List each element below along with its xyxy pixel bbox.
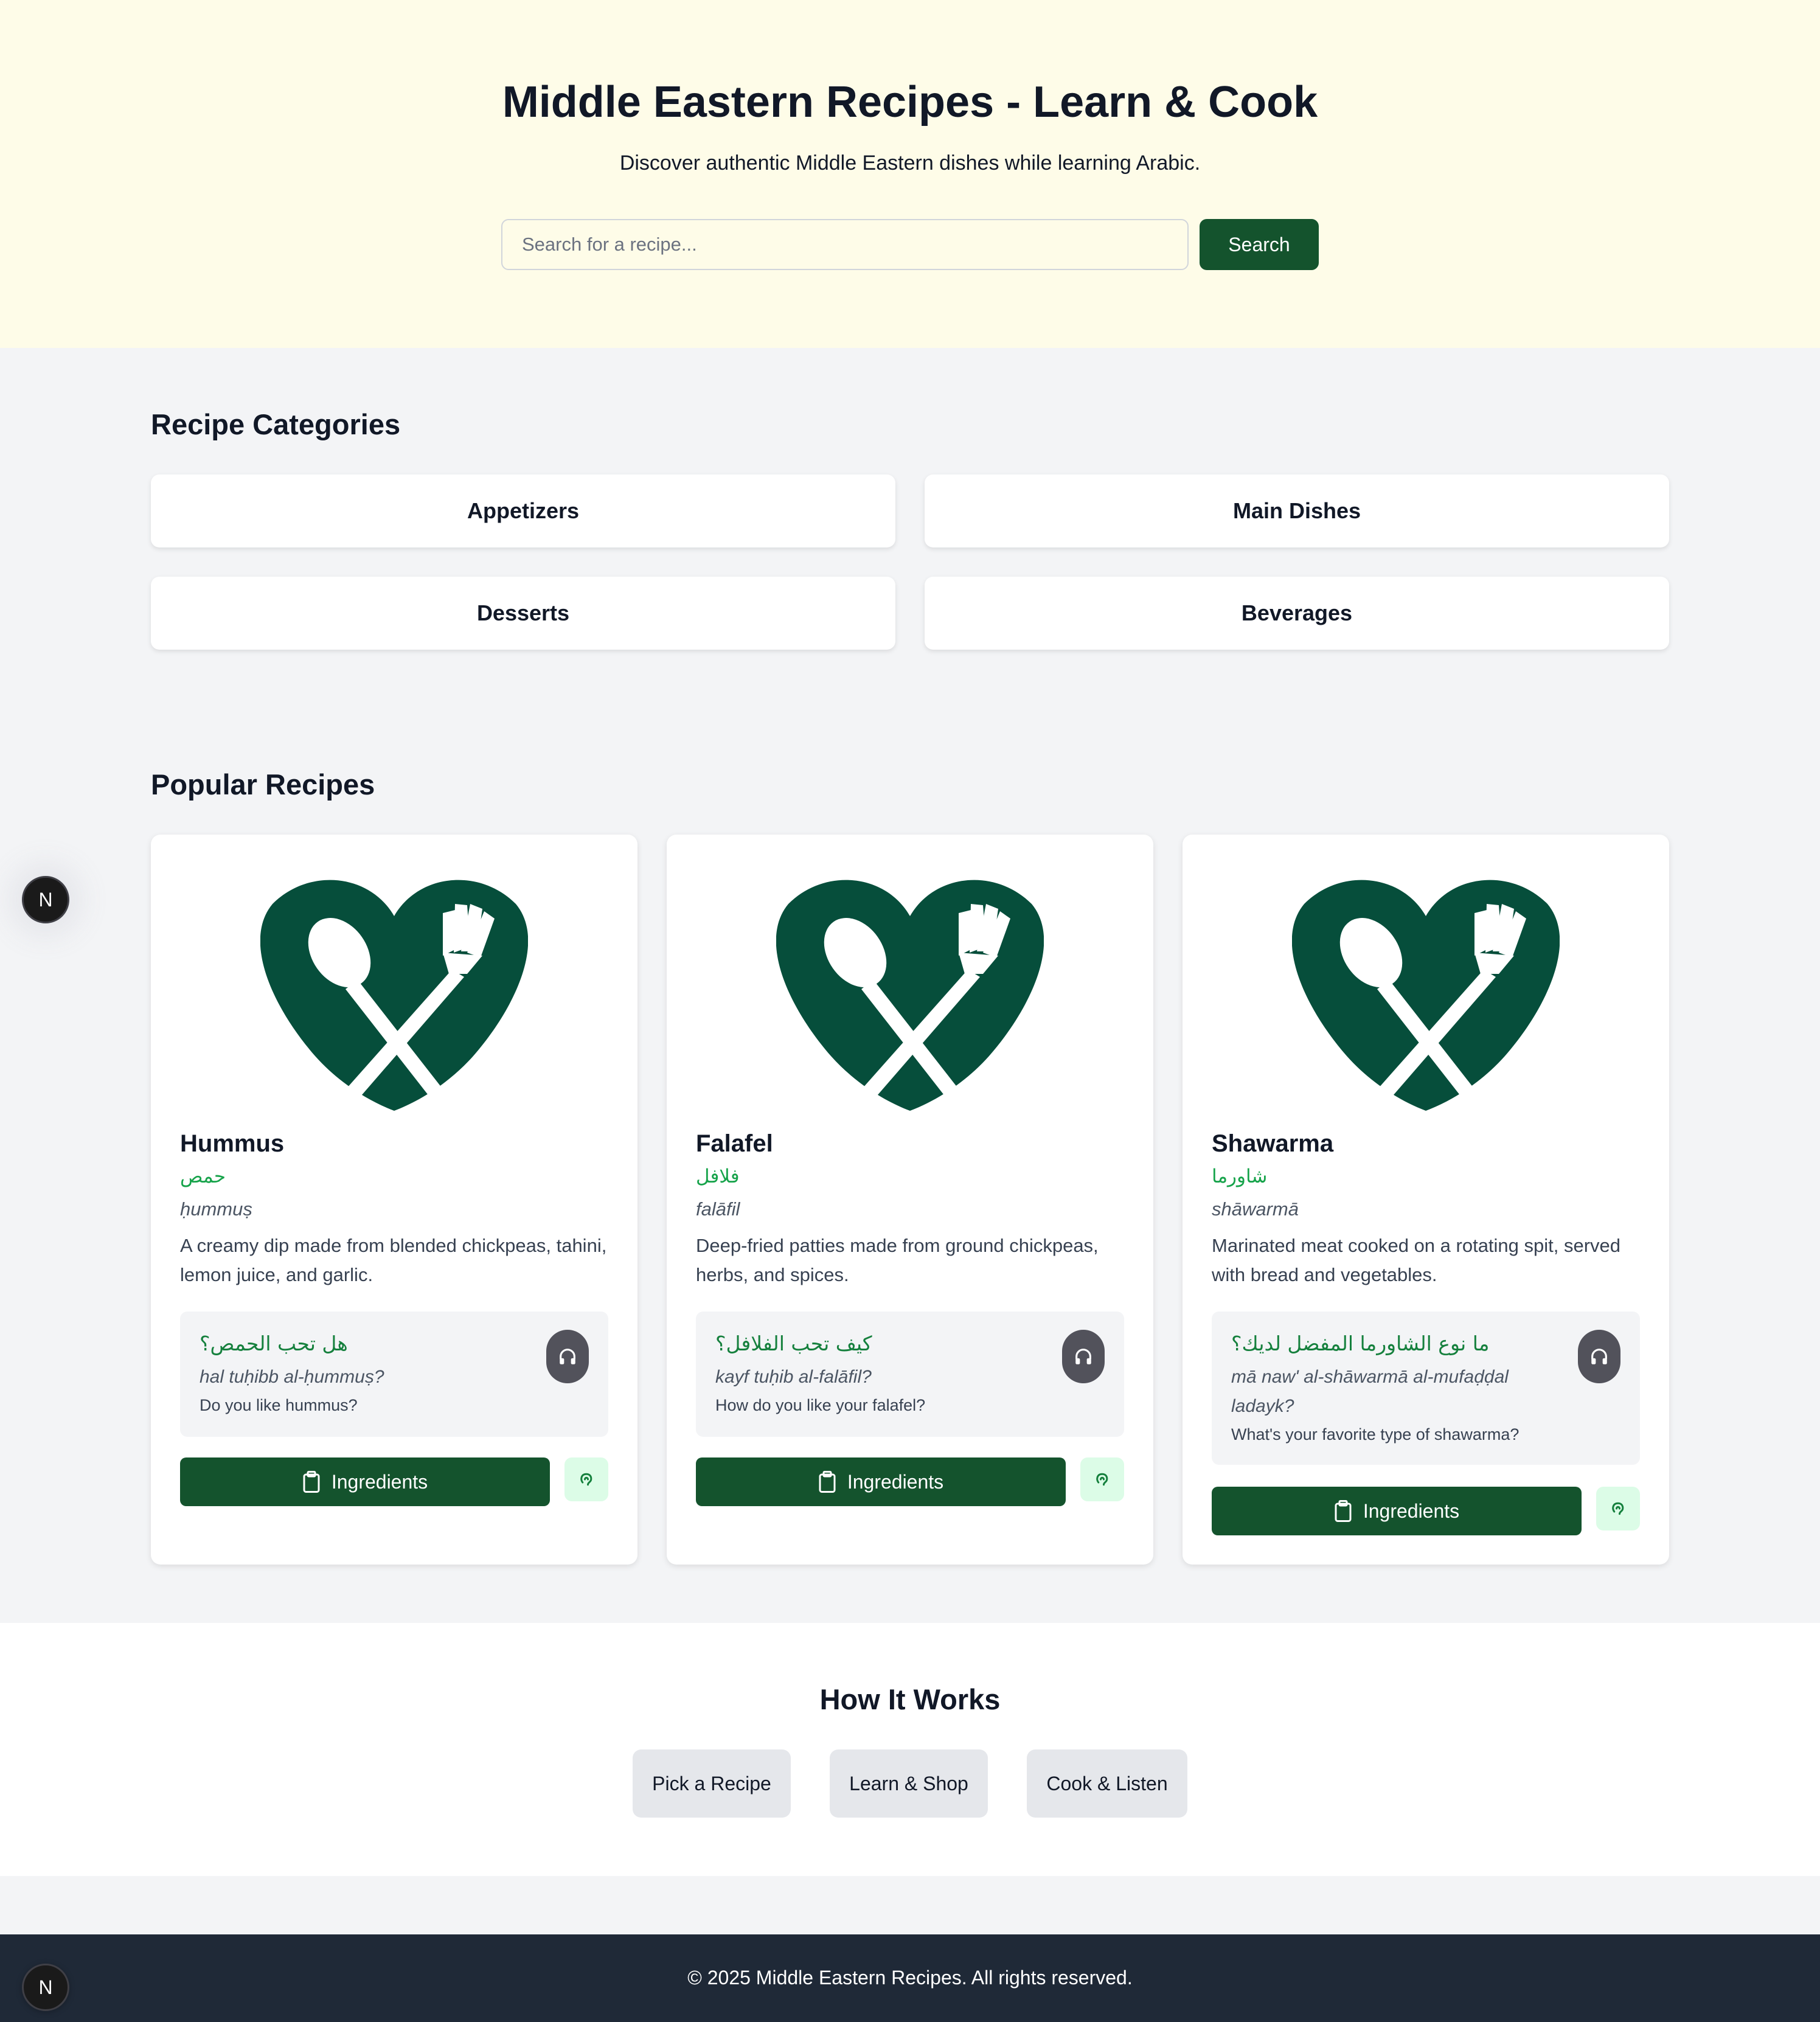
recipe-card-shawarma: Shawarma شاورما shāwarmā Marinated meat … xyxy=(1183,835,1669,1565)
how-it-works-title: How It Works xyxy=(819,1683,1001,1715)
headphones-icon xyxy=(560,1349,575,1364)
ingredients-button[interactable]: Ingredients xyxy=(1212,1487,1582,1535)
ear-icon xyxy=(1612,1502,1624,1515)
clipboard-icon xyxy=(303,1471,320,1493)
heart-spoon-fork-icon xyxy=(260,880,528,1111)
ear-icon xyxy=(1096,1473,1108,1486)
recipe-transliteration: ḥummuṣ xyxy=(180,1198,252,1220)
step-cook-listen[interactable]: Cook & Listen xyxy=(1027,1749,1187,1818)
recipe-arabic-name: فلافل xyxy=(696,1166,740,1187)
speak-button[interactable] xyxy=(1080,1457,1124,1501)
heart-spoon-fork-icon xyxy=(776,880,1044,1111)
ingredients-button[interactable]: Ingredients xyxy=(696,1457,1066,1506)
play-audio-button[interactable] xyxy=(1578,1330,1620,1383)
recipe-transliteration: falāfil xyxy=(696,1198,740,1220)
ingredients-label: Ingredients xyxy=(331,1470,428,1493)
categories-title: Recipe Categories xyxy=(151,408,401,440)
ingredients-button[interactable]: Ingredients xyxy=(180,1457,550,1506)
how-it-works-section: How It Works Pick a Recipe Learn & Shop … xyxy=(0,1623,1820,1876)
phrase-arabic: هل تحب الحمص؟ xyxy=(200,1332,348,1355)
step-learn-shop[interactable]: Learn & Shop xyxy=(830,1749,988,1818)
phrase-english: Do you like hummus? xyxy=(200,1396,358,1414)
ingredients-label: Ingredients xyxy=(1363,1499,1460,1522)
recipe-name: Shawarma xyxy=(1212,1130,1334,1157)
headphones-icon xyxy=(1075,1349,1091,1364)
footer: © 2025 Middle Eastern Recipes. All right… xyxy=(0,1934,1820,2022)
recipe-name: Hummus xyxy=(180,1130,285,1157)
clipboard-icon xyxy=(1335,1500,1352,1522)
heart-spoon-fork-icon xyxy=(1292,880,1560,1111)
nextjs-dev-badge[interactable]: N xyxy=(22,1964,69,2011)
headphones-icon xyxy=(1591,1349,1607,1364)
phrase-english: How do you like your falafel? xyxy=(715,1396,926,1414)
phrase-english: What's your favorite type of shawarma? xyxy=(1231,1425,1520,1444)
recipe-arabic-name: شاورما xyxy=(1212,1166,1268,1187)
step-pick-recipe[interactable]: Pick a Recipe xyxy=(633,1749,791,1818)
nextjs-icon: N xyxy=(38,1976,53,1998)
phrase-transliteration: kayf tuḥib al-falāfil? xyxy=(715,1367,872,1387)
footer-copyright: © 2025 Middle Eastern Recipes. All right… xyxy=(687,1967,1133,1989)
phrase-transliteration: mā naw' al-shāwarmā al-mufaḍḍal ladayk? xyxy=(1231,1367,1509,1416)
speak-button[interactable] xyxy=(564,1457,608,1501)
phrase-arabic: ما نوع الشاورما المفضل لديك؟ xyxy=(1231,1332,1490,1355)
popular-recipes-title: Popular Recipes xyxy=(151,768,375,801)
category-main-dishes[interactable]: Main Dishes xyxy=(925,474,1669,547)
recipe-description: Deep-fried patties made from ground chic… xyxy=(696,1235,1099,1285)
search-button[interactable]: Search xyxy=(1200,219,1319,270)
nextjs-icon: N xyxy=(38,888,53,911)
category-appetizers[interactable]: Appetizers xyxy=(151,474,895,547)
phrase-arabic: كيف تحب الفلافل؟ xyxy=(715,1332,872,1355)
recipe-description: A creamy dip made from blended chickpeas… xyxy=(180,1235,607,1285)
page-title: Middle Eastern Recipes - Learn & Cook xyxy=(502,78,1318,127)
recipe-card-hummus: Hummus حمص ḥummuṣ A creamy dip made from… xyxy=(151,835,637,1565)
play-audio-button[interactable] xyxy=(1062,1330,1105,1383)
phrase-box: ما نوع الشاورما المفضل لديك؟ mā naw' al-… xyxy=(1212,1312,1640,1465)
phrase-box: هل تحب الحمص؟ hal tuḥibb al-ḥummuṣ? Do y… xyxy=(180,1312,608,1437)
play-audio-button[interactable] xyxy=(546,1330,589,1383)
hero-section: Middle Eastern Recipes - Learn & Cook Di… xyxy=(0,0,1820,348)
speak-button[interactable] xyxy=(1596,1487,1640,1530)
clipboard-icon xyxy=(819,1471,836,1493)
ear-icon xyxy=(580,1473,592,1486)
recipe-transliteration: shāwarmā xyxy=(1212,1198,1299,1220)
phrase-box: كيف تحب الفلافل؟ kayf tuḥib al-falāfil? … xyxy=(696,1312,1124,1437)
recipe-name: Falafel xyxy=(696,1130,773,1157)
search-input[interactable] xyxy=(501,219,1189,270)
ingredients-label: Ingredients xyxy=(847,1470,944,1493)
phrase-transliteration: hal tuḥibb al-ḥummuṣ? xyxy=(200,1367,384,1387)
recipe-card-falafel: Falafel فلافل falāfil Deep-fried patties… xyxy=(667,835,1153,1565)
recipe-arabic-name: حمص xyxy=(180,1166,226,1187)
recipe-description: Marinated meat cooked on a rotating spit… xyxy=(1212,1235,1621,1285)
category-beverages[interactable]: Beverages xyxy=(925,577,1669,650)
nextjs-dev-badge[interactable]: N xyxy=(22,876,69,923)
page-subtitle: Discover authentic Middle Eastern dishes… xyxy=(619,151,1201,175)
category-desserts[interactable]: Desserts xyxy=(151,577,895,650)
